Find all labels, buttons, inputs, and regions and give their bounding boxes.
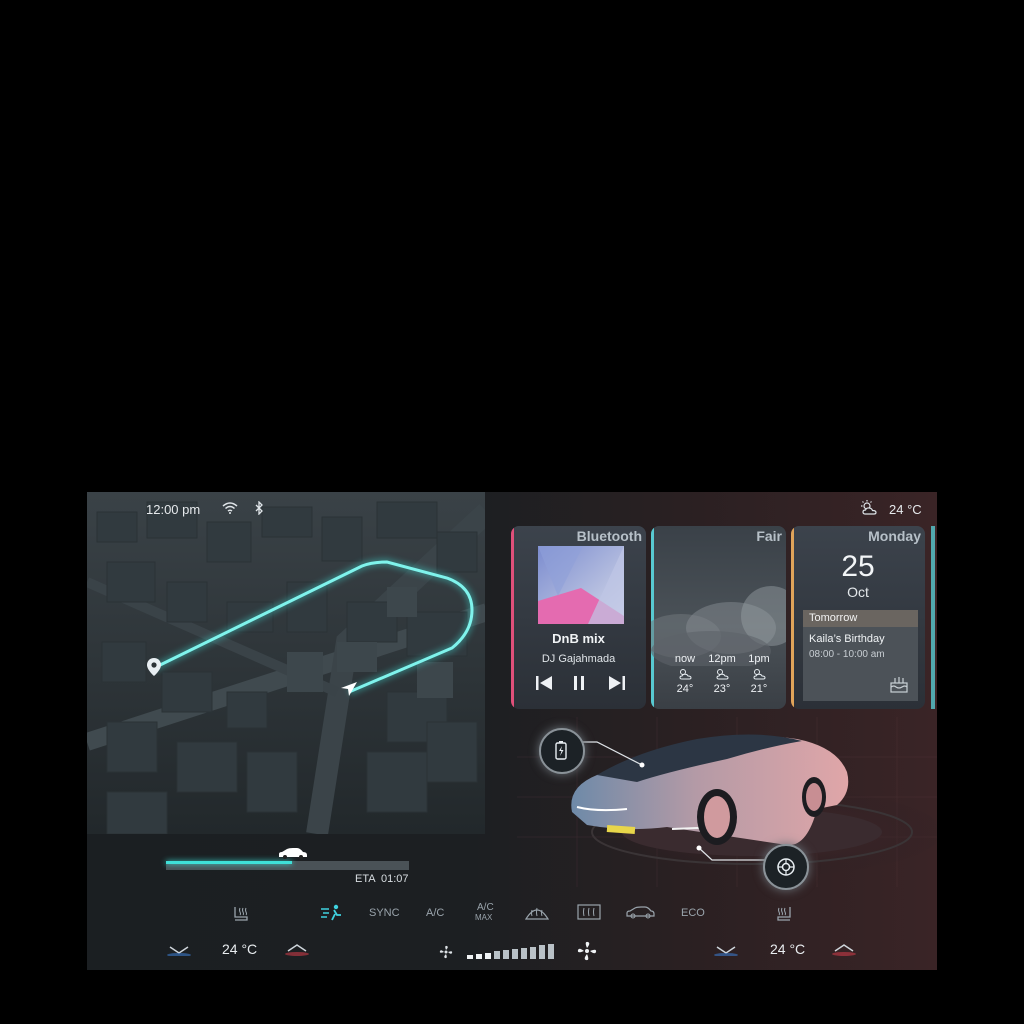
rain-icon [753,669,766,680]
fan-speed-bar[interactable] [530,946,536,959]
fan-speed-bar[interactable] [512,949,518,959]
wifi-icon [222,502,238,514]
sync-button[interactable]: SYNC [369,907,400,919]
partly-sunny-icon [679,669,692,680]
recirculation-icon[interactable] [625,905,655,919]
fan-speed-bar[interactable] [494,951,500,959]
forecast-item: 12pm 23° [704,653,740,695]
right-temp-up-icon[interactable] [832,942,856,956]
previous-track-icon[interactable] [535,675,553,691]
ac-max-button-top[interactable]: A/C [477,902,494,913]
tire-icon [777,858,795,876]
calendar-section-label: Tomorrow [809,612,858,624]
fan-speed-bar[interactable] [539,945,545,959]
left-temperature: 24 °C [222,941,258,957]
forecast-time: 1pm [748,653,770,665]
tire-status-button[interactable] [763,844,809,890]
fan-low-icon[interactable] [439,945,453,959]
media-source: Bluetooth [576,528,642,544]
media-card[interactable]: Bluetooth DnB mix DJ Gajahmada [511,526,646,709]
ac-button[interactable]: A/C [426,907,444,919]
partly-sunny-icon [861,500,877,515]
eta-progress-fill [166,861,293,864]
forecast-temp: 24° [676,683,694,695]
fan-high-icon[interactable] [577,941,597,961]
eta-progress-track [166,861,409,870]
right-temp-down-icon[interactable] [714,944,738,956]
outside-temperature: 24 °C [889,502,922,517]
eta-time: 01:07 [381,873,409,885]
navigation-map[interactable] [87,492,485,834]
track-title: DnB mix [552,631,605,646]
fan-speed-bar[interactable] [521,947,527,959]
left-temp-up-icon[interactable] [285,942,309,956]
fan-speed-bars[interactable] [467,943,559,959]
forecast-temp: 23° [713,683,731,695]
destination-pin-icon [147,658,161,676]
pause-icon[interactable] [572,675,586,691]
media-card-accent [511,526,514,709]
fan-speed-bar[interactable] [548,944,554,959]
rear-defrost-icon[interactable] [576,903,602,921]
next-card-edge [931,526,935,709]
fan-speed-bar[interactable] [476,953,482,959]
weekday: Monday [868,528,921,544]
left-seat-heat-icon[interactable] [233,905,249,921]
calendar-month: Oct [847,584,869,600]
right-seat-heat-icon[interactable] [776,905,792,921]
front-defrost-icon[interactable] [524,903,550,921]
calendar-day: 25 [841,550,875,583]
fan-speed-bar[interactable] [485,952,491,959]
calendar-section-header: Tomorrow [803,610,918,627]
vehicle-position-arrow-icon [341,682,357,696]
birthday-cake-icon [890,677,908,693]
weather-card[interactable]: Fair now 24° 12pm 23° 1pm 21° [651,526,786,709]
clouds-background [651,586,786,666]
eco-button[interactable]: ECO [681,907,705,919]
ac-max-button-bottom[interactable]: MAX [475,913,492,922]
forecast-temp: 21° [750,683,768,695]
event-time: 08:00 - 10:00 am [809,649,885,660]
bluetooth-icon [255,501,263,515]
track-artist: DJ Gajahmada [541,653,616,665]
forecast-item: now 24° [667,653,703,695]
next-track-icon[interactable] [608,675,626,691]
fan-speed-bar[interactable] [467,955,473,959]
right-temperature: 24 °C [770,941,806,957]
airflow-mode-icon[interactable] [319,903,343,923]
forecast-item: 1pm 21° [741,653,777,695]
forecast-row: now 24° 12pm 23° 1pm 21° [667,653,777,703]
fan-speed-bar[interactable] [503,950,509,959]
left-temp-down-icon[interactable] [167,944,191,956]
battery-charging-icon [555,741,567,760]
album-art [538,546,624,624]
forecast-time: now [674,653,696,665]
car-progress-icon [279,848,307,859]
calendar-card[interactable]: Monday 25 Oct Tomorrow Kaila’s Birthday … [791,526,925,709]
eta-label: ETA [355,873,376,885]
infotainment-screen: 12:00 pm 24 °C ETA 01:07 Bluetooth DnB m… [87,492,937,970]
forecast-time: 12pm [708,653,736,665]
clock: 12:00 pm [146,502,201,517]
weather-condition: Fair [756,528,782,544]
battery-status-button[interactable] [539,728,585,774]
event-title: Kaila’s Birthday [809,633,885,645]
calendar-event[interactable]: Kaila’s Birthday 08:00 - 10:00 am [803,627,918,701]
partly-sunny-icon [716,669,729,680]
